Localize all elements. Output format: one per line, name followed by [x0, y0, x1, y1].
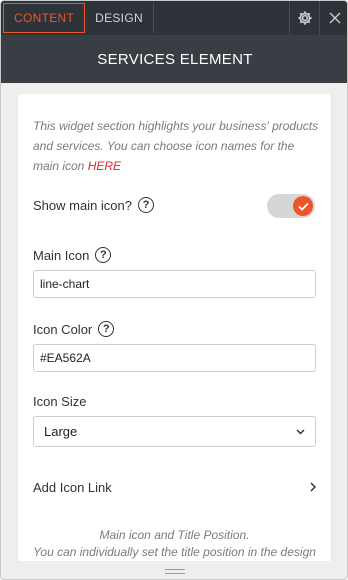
help-icon[interactable]: ? [98, 321, 115, 337]
icon-size-select[interactable]: Large [33, 416, 316, 447]
show-main-icon-text: Show main icon? [33, 197, 132, 213]
intro-body: This widget section highlights your busi… [33, 119, 319, 173]
position-note: Main icon and Title Position. You can in… [18, 527, 331, 561]
position-note-line1: Main icon and Title Position. [99, 528, 250, 542]
toggle-knob [293, 196, 313, 216]
help-icon[interactable]: ? [95, 247, 112, 263]
icon-color-text: Icon Color [33, 321, 93, 337]
main-icon-label: Main Icon ? [33, 247, 112, 263]
gear-icon [297, 11, 312, 25]
close-button[interactable] [319, 1, 347, 35]
icon-size-label: Icon Size [33, 394, 86, 409]
resize-grip-icon [165, 568, 185, 574]
add-icon-link-row[interactable]: Add Icon Link [33, 476, 316, 498]
services-element-panel: CONTENT DESIGN SERVICES ELEMENT This wid… [0, 0, 348, 580]
icon-size-value: Large [44, 424, 78, 439]
icon-color-input[interactable] [33, 344, 316, 372]
panel-title: SERVICES ELEMENT [97, 50, 253, 68]
close-icon [329, 12, 340, 24]
tab-design[interactable]: DESIGN [85, 3, 154, 33]
settings-card: This widget section highlights your busi… [18, 94, 331, 564]
icon-names-link[interactable]: HERE [88, 159, 121, 173]
panel-header: SERVICES ELEMENT [1, 35, 347, 83]
tab-bar-spacer [154, 1, 289, 35]
resize-handle[interactable] [1, 561, 347, 579]
check-icon [297, 202, 309, 211]
show-main-icon-toggle[interactable] [267, 194, 315, 218]
settings-button[interactable] [289, 1, 319, 35]
tab-bar: CONTENT DESIGN [1, 1, 347, 35]
main-icon-input[interactable] [33, 270, 316, 298]
chevron-right-icon [310, 482, 316, 492]
help-icon[interactable]: ? [138, 197, 154, 213]
tab-content[interactable]: CONTENT [3, 3, 86, 33]
icon-color-label: Icon Color ? [33, 321, 115, 337]
position-note-line2: You can individually set the title posit… [33, 545, 316, 559]
add-icon-link-label: Add Icon Link [33, 479, 112, 495]
show-main-icon-label: Show main icon? ? [33, 197, 154, 213]
chevron-down-icon [296, 428, 305, 435]
intro-text: This widget section highlights your busi… [33, 116, 323, 176]
icon-size-text: Icon Size [33, 394, 87, 409]
main-icon-text: Main Icon [33, 247, 90, 263]
